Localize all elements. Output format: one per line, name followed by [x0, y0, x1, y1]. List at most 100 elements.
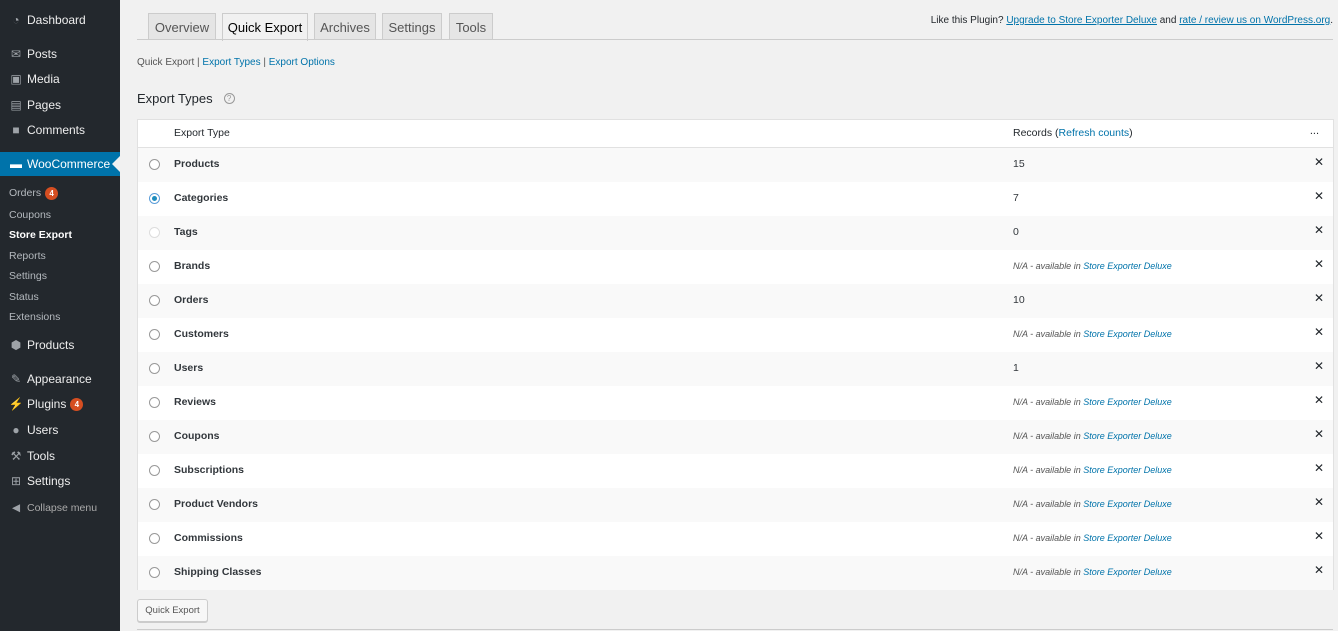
close-icon[interactable]: ✕	[1314, 325, 1324, 339]
export-type-name[interactable]: Coupons	[174, 430, 220, 442]
export-type-name[interactable]: Users	[174, 362, 203, 374]
promo-text: Like this Plugin? Upgrade to Store Expor…	[931, 15, 1333, 26]
sidebar-item-comments[interactable]: ■ Comments	[0, 119, 120, 141]
subsub-export-types[interactable]: Export Types	[202, 57, 260, 68]
tab-quick-export[interactable]: Quick Export	[222, 13, 308, 41]
export-type-radio[interactable]	[149, 533, 160, 544]
export-type-radio[interactable]	[149, 397, 160, 408]
close-icon[interactable]: ✕	[1314, 257, 1324, 271]
sidebar-item-label: Appearance	[27, 372, 92, 386]
review-link[interactable]: rate / review us on WordPress.org	[1179, 15, 1330, 26]
close-icon[interactable]: ✕	[1314, 529, 1324, 543]
export-type-radio[interactable]	[149, 295, 160, 306]
sidebar-item-media[interactable]: ▣ Media	[0, 68, 120, 90]
close-icon[interactable]: ✕	[1314, 393, 1324, 407]
export-type-name[interactable]: Products	[174, 158, 220, 170]
close-icon[interactable]: ✕	[1314, 427, 1324, 441]
close-icon[interactable]: ✕	[1314, 291, 1324, 305]
col-export-type: Export Type	[174, 127, 230, 139]
deluxe-link[interactable]: Store Exporter Deluxe	[1083, 567, 1172, 577]
close-icon[interactable]: ✕	[1314, 359, 1324, 373]
sidebar-item-posts[interactable]: ✉ Posts	[0, 43, 120, 65]
sidebar-item-settings[interactable]: ⊞ Settings	[0, 470, 120, 492]
tab-settings[interactable]: Settings	[382, 13, 442, 40]
export-type-name[interactable]: Product Vendors	[174, 498, 258, 510]
export-type-radio[interactable]	[149, 193, 160, 204]
deluxe-link[interactable]: Store Exporter Deluxe	[1083, 397, 1172, 407]
pin-icon: ✉	[10, 47, 22, 61]
submenu-reports[interactable]: Reports	[9, 248, 46, 264]
sidebar-item-label: Products	[27, 338, 75, 352]
export-type-name[interactable]: Commissions	[174, 532, 243, 544]
record-count: 10	[1013, 294, 1025, 306]
deluxe-link[interactable]: Store Exporter Deluxe	[1083, 261, 1172, 271]
close-icon[interactable]: ✕	[1314, 495, 1324, 509]
submenu-store-export[interactable]: Store Export	[9, 227, 72, 243]
tab-overview[interactable]: Overview	[148, 13, 216, 40]
close-icon[interactable]: ✕	[1314, 155, 1324, 169]
sidebar-item-woocommerce[interactable]: ▬ WooCommerce	[0, 152, 120, 176]
quick-export-button[interactable]: Quick Export	[137, 599, 208, 622]
deluxe-link[interactable]: Store Exporter Deluxe	[1083, 329, 1172, 339]
sidebar-item-tools[interactable]: ⚒ Tools	[0, 445, 120, 467]
export-type-radio[interactable]	[149, 499, 160, 510]
export-type-radio[interactable]	[149, 363, 160, 374]
table-row: Tags 0 ✕	[138, 216, 1333, 250]
user-icon: ●	[12, 423, 20, 437]
submenu-orders[interactable]: Orders 4	[9, 185, 59, 201]
unavailable-text: N/A - available in	[1013, 533, 1081, 543]
export-type-radio[interactable]	[149, 431, 160, 442]
sidebar-item-label: Dashboard	[27, 13, 86, 27]
subsub-export-options[interactable]: Export Options	[269, 57, 335, 68]
unavailable-note: N/A - available in Store Exporter Deluxe	[1013, 465, 1172, 475]
close-icon[interactable]: ✕	[1314, 563, 1324, 577]
submenu-status[interactable]: Status	[9, 289, 39, 305]
submenu-extensions[interactable]: Extensions	[9, 309, 60, 325]
sidebar-item-label: Media	[27, 72, 60, 86]
sidebar-item-appearance[interactable]: ✎ Appearance	[0, 368, 120, 390]
table-row: Products 15 ✕	[138, 148, 1333, 182]
table-row: Categories 7 ✕	[138, 182, 1333, 216]
sidebar-item-products[interactable]: ⬢ Products	[0, 334, 120, 356]
deluxe-link[interactable]: Store Exporter Deluxe	[1083, 499, 1172, 509]
sidebar-item-plugins[interactable]: ⚡ Plugins 4	[0, 393, 120, 415]
export-type-name[interactable]: Brands	[174, 260, 210, 272]
refresh-counts-link[interactable]: Refresh counts	[1059, 127, 1130, 139]
collapse-menu-button[interactable]: ◀ Collapse menu	[0, 497, 120, 519]
more-options[interactable]: ...	[1310, 125, 1319, 137]
deluxe-link[interactable]: Store Exporter Deluxe	[1083, 533, 1172, 543]
submenu-label: Store Export	[9, 229, 73, 241]
export-type-radio[interactable]	[149, 465, 160, 476]
sidebar-item-label: Comments	[27, 123, 86, 137]
promo-prefix: Like this Plugin?	[930, 15, 1004, 26]
close-icon[interactable]: ✕	[1314, 461, 1324, 475]
export-type-name[interactable]: Subscriptions	[174, 464, 244, 476]
unavailable-note: N/A - available in Store Exporter Deluxe	[1013, 567, 1172, 577]
deluxe-link[interactable]: Store Exporter Deluxe	[1083, 465, 1172, 475]
tab-archives[interactable]: Archives	[314, 13, 376, 40]
submenu-coupons[interactable]: Coupons	[9, 207, 51, 223]
export-type-radio[interactable]	[149, 261, 160, 272]
export-type-radio[interactable]	[149, 159, 160, 170]
export-type-name[interactable]: Categories	[174, 192, 228, 204]
export-type-name[interactable]: Orders	[174, 294, 208, 306]
section-title-text: Export Types	[137, 91, 213, 106]
export-type-name[interactable]: Shipping Classes	[174, 566, 262, 578]
unavailable-note: N/A - available in Store Exporter Deluxe	[1013, 397, 1172, 407]
export-type-name[interactable]: Reviews	[174, 396, 216, 408]
help-icon[interactable]: ?	[223, 93, 235, 104]
close-icon[interactable]: ✕	[1314, 189, 1324, 203]
upgrade-link[interactable]: Upgrade to Store Exporter Deluxe	[1006, 15, 1157, 26]
deluxe-link[interactable]: Store Exporter Deluxe	[1083, 431, 1172, 441]
tab-divider	[137, 39, 1333, 40]
sidebar-item-dashboard[interactable]: ◔ Dashboard	[0, 9, 120, 31]
submenu-settings[interactable]: Settings	[9, 268, 47, 284]
sidebar-item-pages[interactable]: ▤ Pages	[0, 94, 120, 116]
export-type-name[interactable]: Customers	[174, 328, 229, 340]
export-type-radio[interactable]	[149, 329, 160, 340]
export-type-name[interactable]: Tags	[174, 226, 198, 238]
tab-tools[interactable]: Tools	[449, 13, 493, 40]
export-type-radio[interactable]	[149, 567, 160, 578]
close-icon[interactable]: ✕	[1314, 223, 1324, 237]
sidebar-item-users[interactable]: ● Users	[0, 419, 120, 441]
